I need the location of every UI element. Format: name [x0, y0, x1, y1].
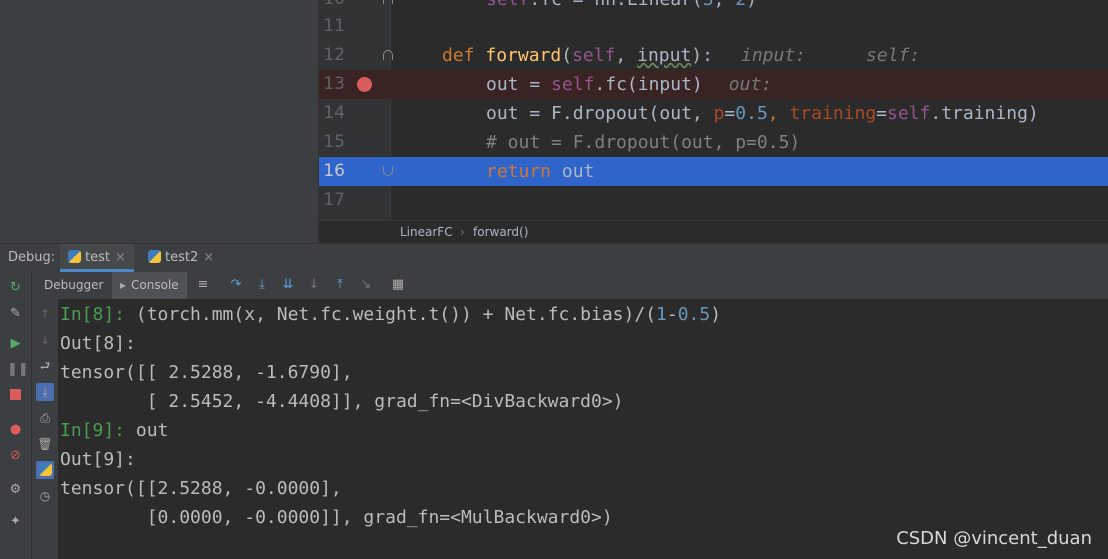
console-line: Out[8]:: [60, 333, 136, 354]
fold-icon[interactable]: [383, 0, 393, 4]
scroll-to-end-icon[interactable]: ⤓: [36, 383, 54, 401]
code-line-17[interactable]: 17: [319, 186, 1108, 215]
code-line-15[interactable]: 15 # out = F.dropout(out, p=0.5): [319, 128, 1108, 157]
resume-icon[interactable]: ▶: [7, 335, 24, 352]
tab-console[interactable]: ▸ Console: [112, 272, 187, 299]
code-line-13[interactable]: 13 out = self.fc(input) out:: [319, 70, 1108, 99]
settings-icon[interactable]: ⚙: [7, 481, 24, 498]
force-step-into-icon[interactable]: ↓: [306, 277, 322, 293]
python-console-icon[interactable]: [36, 461, 54, 479]
tab-debugger[interactable]: Debugger: [36, 272, 111, 299]
close-icon[interactable]: ×: [115, 250, 126, 265]
tab-test2[interactable]: test2 ×: [148, 244, 214, 272]
breadcrumb: LinearFC › forward(): [319, 220, 1108, 243]
trash-icon[interactable]: 🗑: [36, 435, 54, 453]
debug-toolbar: Debugger ▸ Console ≡ ↷ ⤓ ⇊ ↓ ⤒ ↘ ▦: [32, 272, 1108, 300]
console-output[interactable]: In[8]: (torch.mm(x, Net.fc.weight.t()) +…: [60, 299, 1108, 559]
soft-wrap-icon[interactable]: ⮐: [36, 357, 54, 375]
chevron-right-icon: ›: [460, 225, 465, 239]
mute-breakpoints-icon[interactable]: ⊘: [7, 447, 24, 464]
python-icon: [148, 250, 161, 263]
breadcrumb-item-method[interactable]: forward(): [473, 225, 528, 239]
watermark: CSDN @vincent_duan: [896, 528, 1092, 549]
close-icon[interactable]: ×: [203, 250, 214, 265]
debug-label: Debug:: [8, 250, 56, 265]
evaluate-expression-icon[interactable]: ▦: [390, 277, 406, 293]
code-line-12[interactable]: 12 def forward(self, input): input: self:: [319, 41, 1108, 70]
project-panel: [0, 0, 319, 243]
step-over-icon[interactable]: ↷: [228, 277, 244, 293]
wrench-icon[interactable]: ✎: [7, 305, 24, 322]
python-icon: [68, 250, 81, 263]
run-to-cursor-icon[interactable]: ↘: [358, 277, 374, 293]
fold-icon[interactable]: [383, 50, 393, 60]
inline-hint: out:: [728, 74, 773, 95]
history-icon[interactable]: ◷: [36, 487, 54, 505]
breakpoint-icon[interactable]: [357, 77, 372, 92]
console-line: [ 2.5452, -4.4408]], grad_fn=<DivBackwar…: [60, 391, 624, 412]
stop-icon[interactable]: [7, 387, 24, 404]
console-line: In[8]: (torch.mm(x, Net.fc.weight.t()) +…: [60, 304, 722, 325]
code-line-11[interactable]: 11: [319, 12, 1108, 41]
step-into-my-code-icon[interactable]: ⇊: [280, 277, 296, 293]
rerun-icon[interactable]: ↻: [7, 279, 24, 296]
arrow-down-icon[interactable]: ↓: [36, 331, 54, 349]
console-toolbar: ↑ ↓ ⮐ ⤓ ⎙ 🗑 ◷: [32, 299, 58, 559]
console-line: tensor([[ 2.5288, -1.6790],: [60, 362, 353, 383]
inline-hint: self:: [866, 45, 921, 66]
inline-hint: input:: [740, 45, 807, 66]
view-breakpoints-icon[interactable]: ●: [7, 421, 24, 438]
pause-icon[interactable]: ❚❚: [7, 361, 29, 378]
step-out-icon[interactable]: ⤒: [332, 277, 348, 293]
console-line: Out[9]:: [60, 449, 136, 470]
code-line-16[interactable]: 16 return out: [319, 157, 1108, 186]
menu-icon[interactable]: ≡: [195, 277, 211, 293]
console-icon: ▸: [120, 278, 127, 292]
console-line: tensor([[2.5288, -0.0000],: [60, 478, 342, 499]
console-line: [0.0000, -0.0000]], grad_fn=<MulBackward…: [60, 507, 613, 528]
pin-icon[interactable]: ✦: [7, 513, 24, 530]
arrow-up-icon[interactable]: ↑: [36, 305, 54, 323]
console-line: In[9]: out: [60, 420, 169, 441]
step-into-icon[interactable]: ⤓: [254, 277, 270, 293]
code-line-14[interactable]: 14 out = F.dropout(out, p=0.5, training=…: [319, 99, 1108, 128]
debug-side-toolbar: ↻ ✎ ▶ ❚❚ ● ⊘ ⚙ ✦: [0, 272, 32, 559]
print-icon[interactable]: ⎙: [36, 409, 54, 427]
breadcrumb-item-class[interactable]: LinearFC: [400, 225, 453, 239]
debug-tab-bar: Debug: test × test2 ×: [0, 243, 1108, 272]
fold-icon[interactable]: [383, 166, 393, 176]
tab-test[interactable]: test ×: [60, 244, 134, 272]
code-editor[interactable]: 10 self.fc = nn.Linear(3, 2) 11 12 def f…: [319, 0, 1108, 220]
